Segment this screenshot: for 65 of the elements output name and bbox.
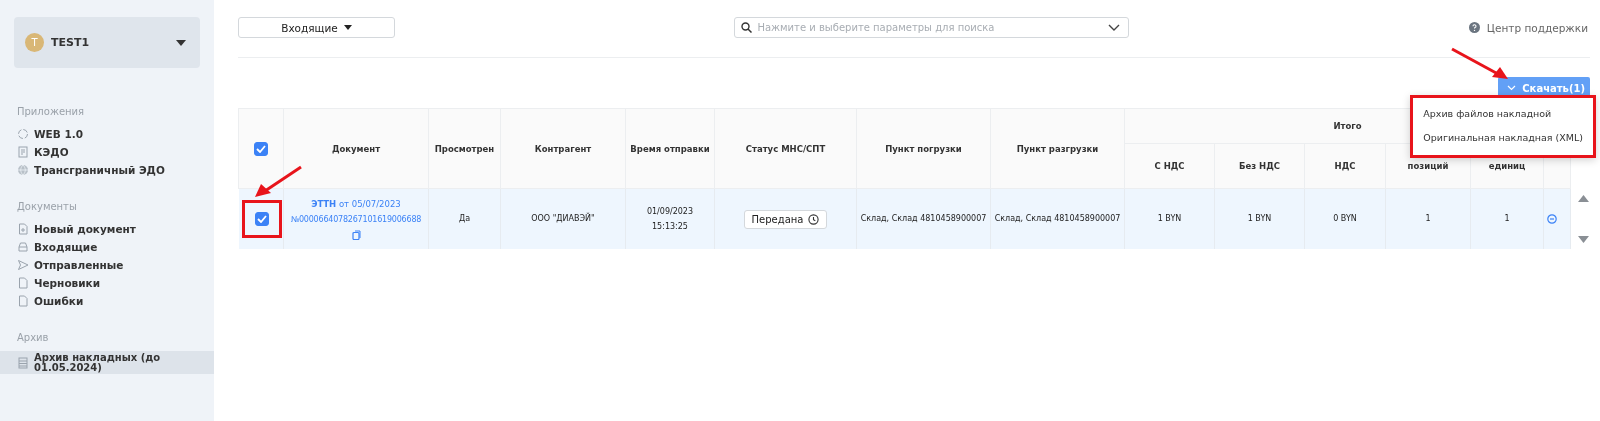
sidebar-item[interactable]: Новый документ: [0, 220, 214, 238]
table-cell-text: 01/09/2023: [645, 205, 695, 218]
search-icon: [741, 22, 753, 33]
sidebar-item[interactable]: Трансграничный ЭДО: [0, 161, 214, 179]
checkbox[interactable]: [254, 212, 269, 226]
column-header: Время отправки: [625, 108, 715, 189]
spinner-icon: [17, 128, 29, 140]
folder-dropdown[interactable]: Входящие: [238, 17, 395, 38]
document-link[interactable]: ЭТТН от 05/07/2023: [287, 195, 425, 212]
table-cell: ООО "ДИАВЭЙ": [500, 188, 626, 249]
column-header: Документ: [283, 108, 429, 189]
scroll-down-icon: [1577, 236, 1589, 243]
inbox-icon: [17, 241, 29, 253]
table-cell: 0 BYN: [1304, 188, 1386, 249]
table-cell: 1: [1385, 188, 1471, 249]
chevron-down-icon: [1507, 85, 1517, 91]
sidebar-item[interactable]: WEB 1.0: [0, 125, 214, 143]
document-number[interactable]: №0000664078267101619006688: [287, 211, 425, 228]
sidebar-item[interactable]: КЭДО: [0, 143, 214, 161]
document-icon: [17, 295, 29, 307]
sidebar-item[interactable]: Черновики: [0, 274, 214, 292]
help-link[interactable]: Центр поддержки: [1468, 21, 1590, 34]
scroll-up-icon: [1577, 195, 1589, 202]
annotation-arrow: [252, 165, 303, 199]
document-icon: [17, 146, 29, 158]
column-header: С НДС: [1124, 143, 1215, 189]
search-field[interactable]: Нажмите и выберите параметры для поиска: [734, 17, 1130, 38]
globe-icon: [17, 164, 29, 176]
avatar: T: [25, 33, 44, 52]
sidebar-item[interactable]: Отправленные: [0, 256, 214, 274]
status-badge: Передана: [743, 209, 828, 229]
send-icon: [17, 259, 29, 271]
table-cell: 1 BYN: [1214, 188, 1305, 249]
help-icon: [1468, 22, 1480, 33]
column-header: НДС: [1304, 143, 1386, 189]
table-cell: 1 BYN: [1124, 188, 1215, 249]
new-document-icon: [17, 223, 29, 235]
account-name: TEST1: [51, 36, 91, 49]
table-cell-text: 15:13:25: [651, 221, 689, 233]
table-cell: Да: [428, 188, 501, 249]
account-switcher[interactable]: T TEST1: [14, 17, 200, 68]
column-header: Контрагент: [500, 108, 626, 189]
document-icon: [17, 277, 29, 289]
column-header: Пункт погрузки: [856, 108, 991, 189]
chevron-down-icon: [1108, 24, 1121, 31]
copy-icon: [351, 229, 361, 240]
table-cell: Склад, Склад 4810458900007: [856, 188, 991, 249]
caret-icon: [176, 39, 186, 46]
column-header: Пункт разгрузки: [990, 108, 1125, 189]
column-header: Без НДС: [1214, 143, 1305, 189]
section-title: Архив: [16, 332, 50, 343]
clock-icon: [808, 213, 820, 225]
column-header: Просмотрен: [428, 108, 501, 189]
table-cell: 1: [1470, 188, 1544, 249]
column-header: Статус МНС/СПТ: [714, 108, 857, 189]
caret-icon: [343, 25, 352, 30]
sidebar-item[interactable]: Ошибки: [0, 292, 214, 310]
table-cell: Склад, Склад 4810458900007: [990, 188, 1125, 249]
section-title: Документы: [16, 201, 78, 212]
checkbox[interactable]: [254, 141, 268, 156]
annotation-arrow: [1450, 47, 1511, 81]
section-title: Приложения: [16, 106, 86, 117]
sidebar-item[interactable]: Входящие: [0, 238, 214, 256]
list-icon: [17, 356, 29, 369]
sidebar-item[interactable]: Архив накладных (до 01.05.2024): [0, 351, 214, 374]
